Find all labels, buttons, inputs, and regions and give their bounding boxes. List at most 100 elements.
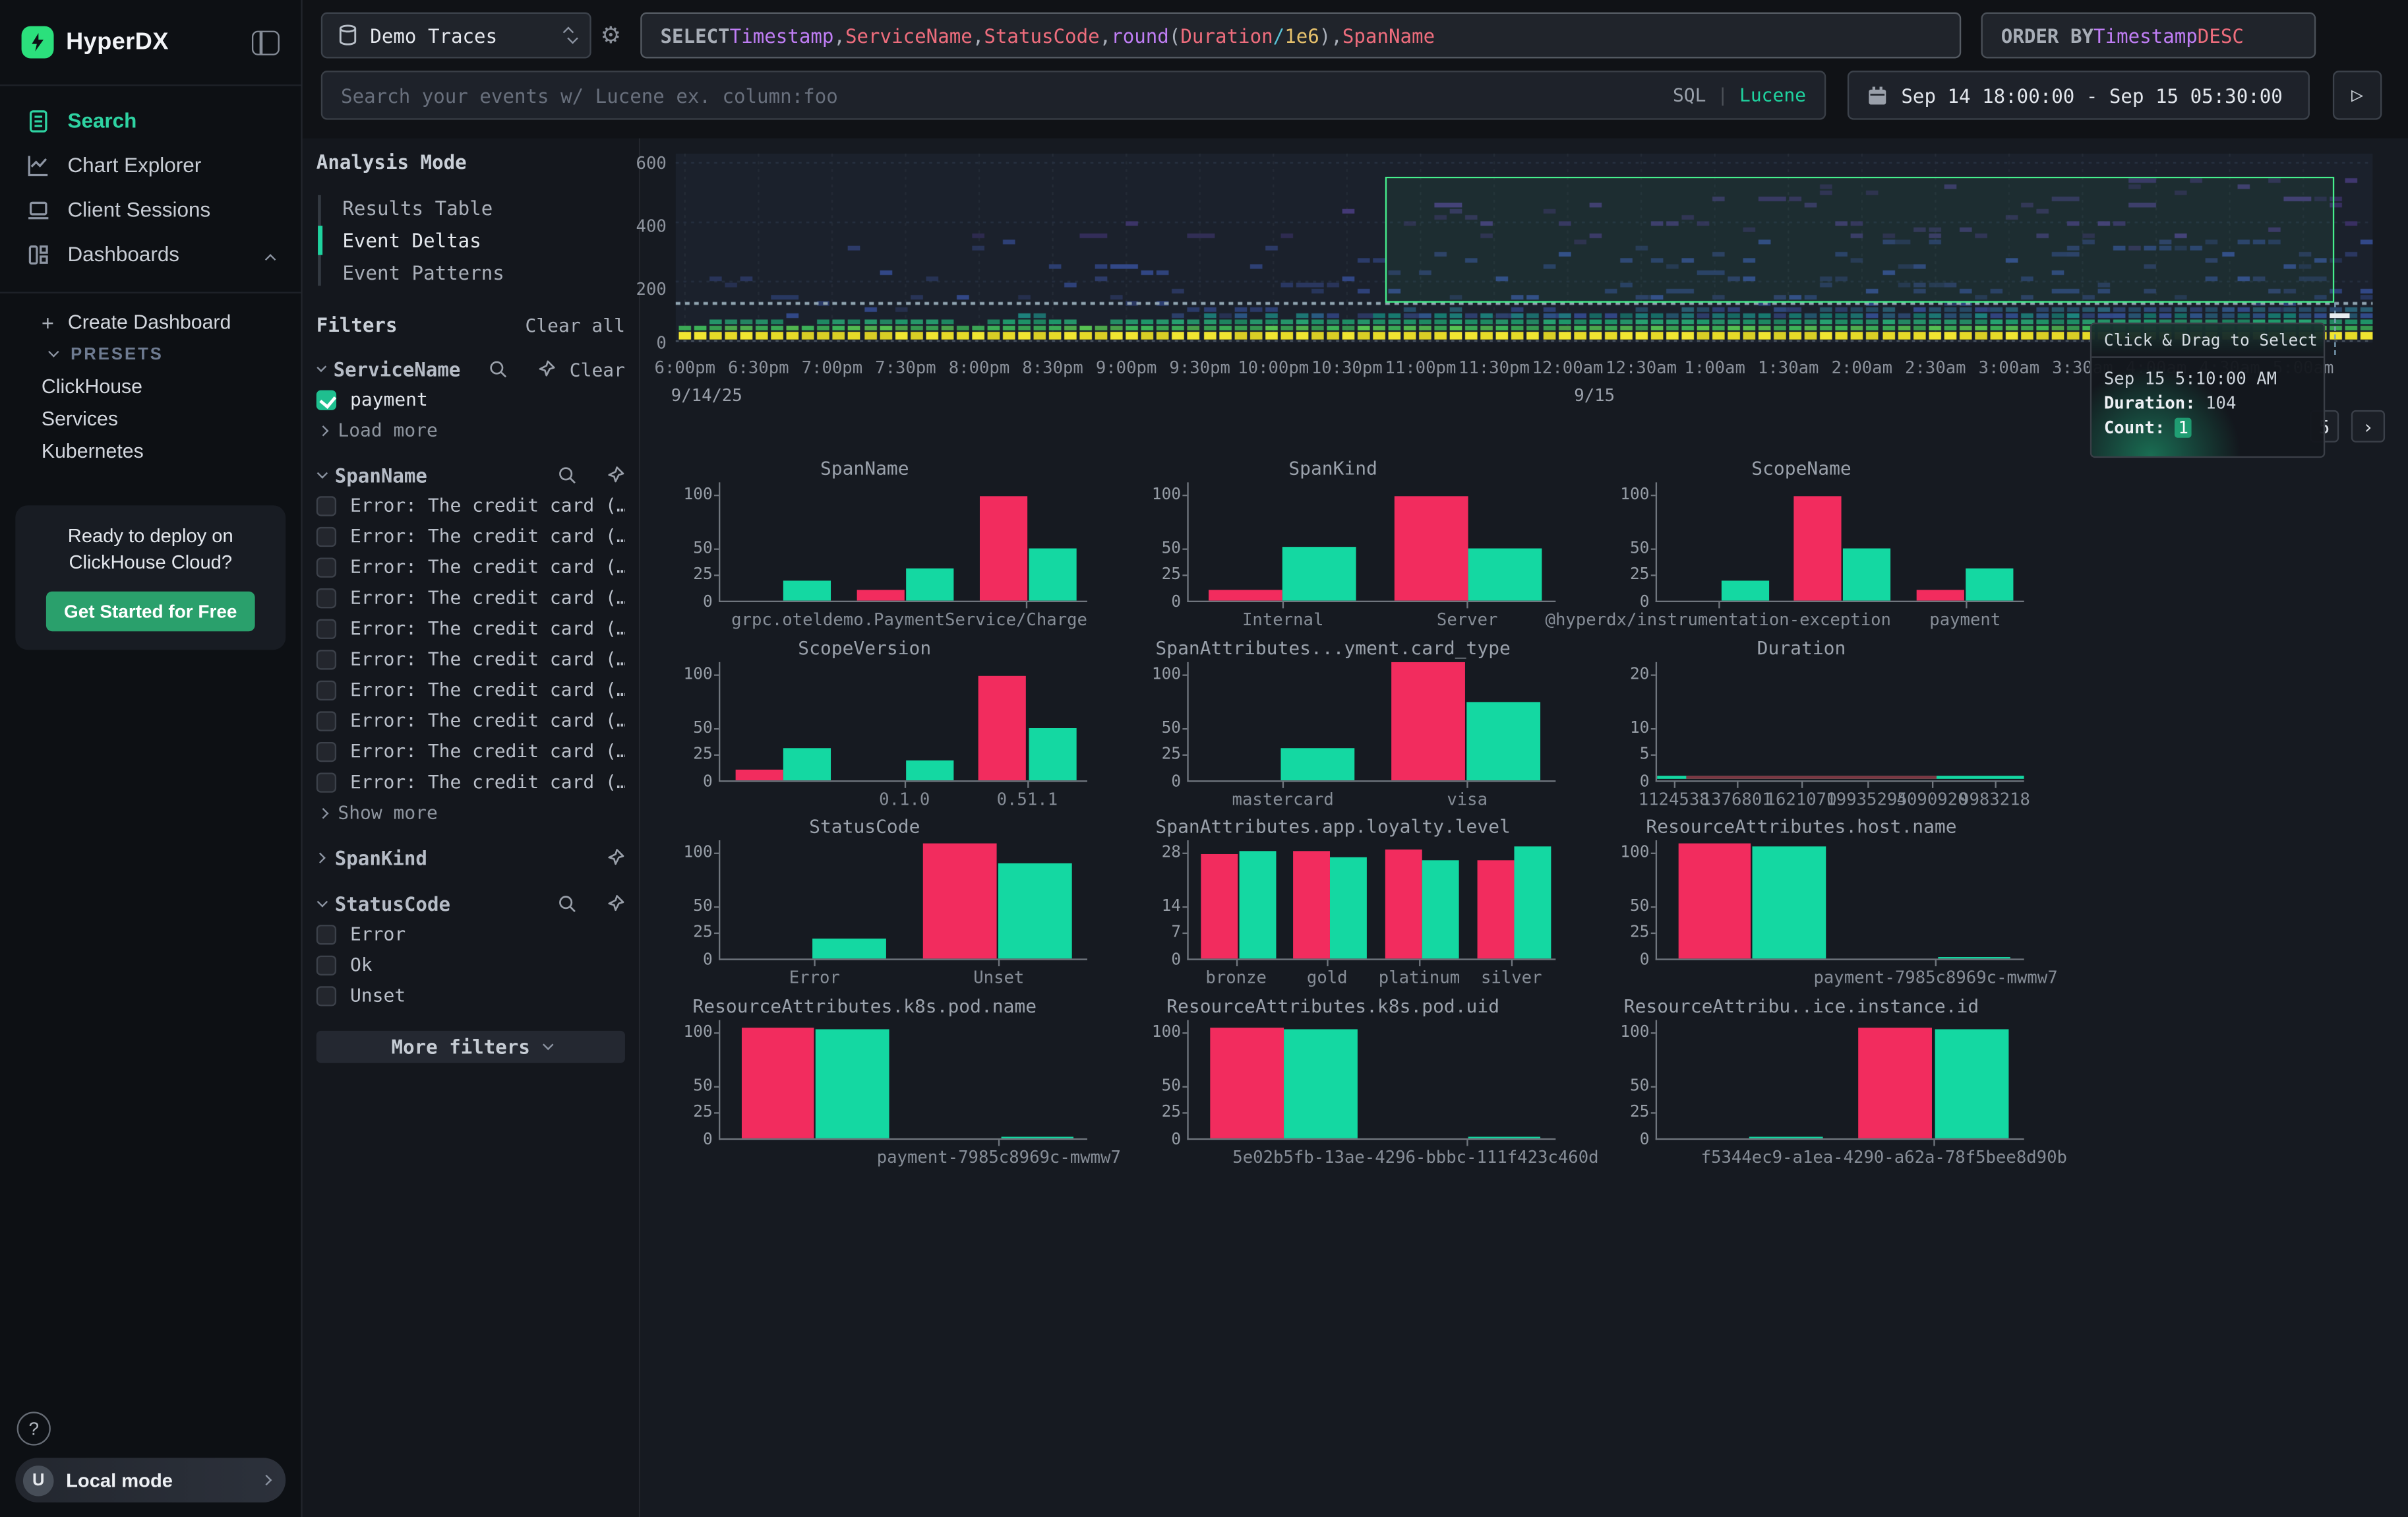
filter-option-payment[interactable]: payment: [316, 386, 625, 414]
gear-icon[interactable]: ⚙: [601, 22, 621, 49]
presets-toggle[interactable]: PRESETS: [0, 338, 301, 370]
show-more-button[interactable]: Show more: [316, 800, 625, 824]
sidebar-item-clickhouse[interactable]: ClickHouse: [0, 370, 301, 402]
selection-region[interactable]: [1385, 177, 2334, 303]
filter-option-error-the-credit-card[interactable]: Error: The credit card (…: [316, 553, 625, 580]
bar-pink[interactable]: [735, 770, 783, 780]
checkbox[interactable]: [316, 557, 336, 576]
bar-green[interactable]: [1239, 851, 1276, 959]
bar-green[interactable]: [1753, 846, 1826, 958]
checkbox[interactable]: [316, 649, 336, 669]
more-filters-button[interactable]: More filters: [316, 1031, 625, 1063]
pin-icon[interactable]: [591, 466, 625, 485]
bar-green[interactable]: [1468, 547, 1542, 600]
bar-green[interactable]: [1422, 860, 1459, 958]
checkbox[interactable]: [316, 710, 336, 730]
local-mode-button[interactable]: U Local mode: [15, 1458, 286, 1502]
bar-green[interactable]: [812, 939, 886, 958]
order-by-editor[interactable]: ORDER BY Timestamp DESC: [1981, 13, 2316, 59]
bar-green[interactable]: [1514, 847, 1551, 958]
checkbox[interactable]: [316, 741, 336, 761]
bar-green[interactable]: [783, 581, 831, 600]
bar-green[interactable]: [906, 761, 954, 780]
sidebar-collapse-icon[interactable]: [252, 30, 280, 54]
filter-option-unset[interactable]: Unset: [316, 981, 625, 1009]
bar-pink[interactable]: [1916, 590, 1964, 600]
bar-pink[interactable]: [1391, 662, 1465, 780]
bar-green[interactable]: [1939, 956, 2010, 958]
filter-option-error-the-credit-card[interactable]: Error: The credit card (…: [316, 615, 625, 642]
bar-pink[interactable]: [1211, 1027, 1284, 1138]
checkbox[interactable]: [316, 588, 336, 607]
filter-option-error-the-credit-card[interactable]: Error: The credit card (…: [316, 522, 625, 550]
checkbox[interactable]: [316, 985, 336, 1005]
bar-pink[interactable]: [1678, 843, 1751, 958]
date-range-picker[interactable]: Sep 14 18:00:00 - Sep 15 05:30:00: [1848, 71, 2310, 120]
checkbox[interactable]: [316, 680, 336, 700]
bar-pink[interactable]: [978, 675, 1027, 780]
filter-option-error-the-credit-card[interactable]: Error: The credit card (…: [316, 645, 625, 673]
filter-option-ok[interactable]: Ok: [316, 951, 625, 979]
checkbox[interactable]: [316, 772, 336, 791]
filter-option-error-the-credit-card[interactable]: Error: The credit card (…: [316, 737, 625, 765]
run-query-button[interactable]: ▷: [2333, 71, 2382, 120]
bar-green[interactable]: [1029, 728, 1077, 780]
search-icon[interactable]: [474, 359, 508, 379]
help-button[interactable]: ?: [17, 1411, 51, 1445]
filter-option-error-the-credit-card[interactable]: Error: The credit card (…: [316, 491, 625, 519]
bar-green[interactable]: [1282, 547, 1356, 601]
pin-icon[interactable]: [522, 359, 556, 379]
source-select[interactable]: Demo Traces: [321, 13, 591, 59]
bar-pink[interactable]: [1477, 860, 1514, 958]
bar-green[interactable]: [1280, 748, 1354, 780]
filter-section-statuscode[interactable]: StatusCode: [316, 891, 625, 917]
next-page-button[interactable]: ›: [2351, 410, 2385, 443]
sidebar-item-kubernetes[interactable]: Kubernetes: [0, 435, 301, 467]
checkbox[interactable]: [316, 955, 336, 975]
pin-icon[interactable]: [591, 848, 625, 868]
search-icon[interactable]: [543, 466, 577, 485]
filter-option-error-the-credit-card[interactable]: Error: The credit card (…: [316, 768, 625, 796]
language-switch[interactable]: SQL | Lucene: [1673, 84, 1806, 106]
bar-pink[interactable]: [979, 496, 1027, 601]
bar-pink[interactable]: [923, 843, 997, 958]
bar-green[interactable]: [906, 569, 954, 601]
bar-green[interactable]: [1965, 569, 2013, 601]
filter-section-spanname[interactable]: SpanName: [316, 462, 625, 489]
sidebar-item-create-dashboard[interactable]: +Create Dashboard: [0, 305, 301, 338]
filter-option-error-the-credit-card[interactable]: Error: The credit card (…: [316, 584, 625, 611]
checkbox[interactable]: [316, 618, 336, 638]
bar-green[interactable]: [1284, 1030, 1358, 1138]
checkbox[interactable]: [316, 495, 336, 515]
pin-icon[interactable]: [591, 894, 625, 914]
sidebar-item-chart-explorer[interactable]: Chart Explorer: [0, 143, 301, 188]
bar-green[interactable]: [998, 863, 1072, 958]
analysis-mode-event-patterns[interactable]: Event Patterns: [322, 257, 625, 289]
bar-pink[interactable]: [1385, 849, 1422, 958]
filter-section-servicename[interactable]: ServiceNameClear: [316, 356, 625, 383]
bar-pink[interactable]: [1201, 855, 1238, 959]
sidebar-item-services[interactable]: Services: [0, 402, 301, 435]
analysis-mode-event-deltas[interactable]: Event Deltas: [322, 224, 625, 257]
bar-green[interactable]: [1935, 1030, 2009, 1138]
bar-green[interactable]: [1467, 702, 1541, 780]
sidebar-item-client-sessions[interactable]: Client Sessions: [0, 187, 301, 232]
search-icon[interactable]: [543, 894, 577, 914]
clear-filter-button[interactable]: Clear: [570, 359, 625, 381]
bar-pink[interactable]: [1793, 496, 1842, 601]
bar-green[interactable]: [783, 748, 831, 780]
bar-pink[interactable]: [857, 590, 905, 600]
bar-pink[interactable]: [1209, 590, 1282, 600]
sql-select-editor[interactable]: SELECT Timestamp, ServiceName, StatusCod…: [640, 13, 1961, 59]
checkbox[interactable]: [316, 924, 336, 944]
bar-green[interactable]: [816, 1030, 889, 1138]
bar-pink[interactable]: [1293, 851, 1330, 959]
filter-option-error-the-credit-card[interactable]: Error: The credit card (…: [316, 676, 625, 704]
sidebar-item-dashboards[interactable]: Dashboards: [0, 232, 301, 277]
search-input[interactable]: Search your events w/ Lucene ex. column:…: [321, 71, 1826, 120]
filter-option-error-the-credit-card[interactable]: Error: The credit card (…: [316, 706, 625, 734]
bar-green[interactable]: [1722, 581, 1770, 600]
clear-all-button[interactable]: Clear all: [525, 314, 624, 336]
bar-green[interactable]: [1469, 1136, 1541, 1138]
filter-section-spankind[interactable]: SpanKind: [316, 845, 625, 871]
